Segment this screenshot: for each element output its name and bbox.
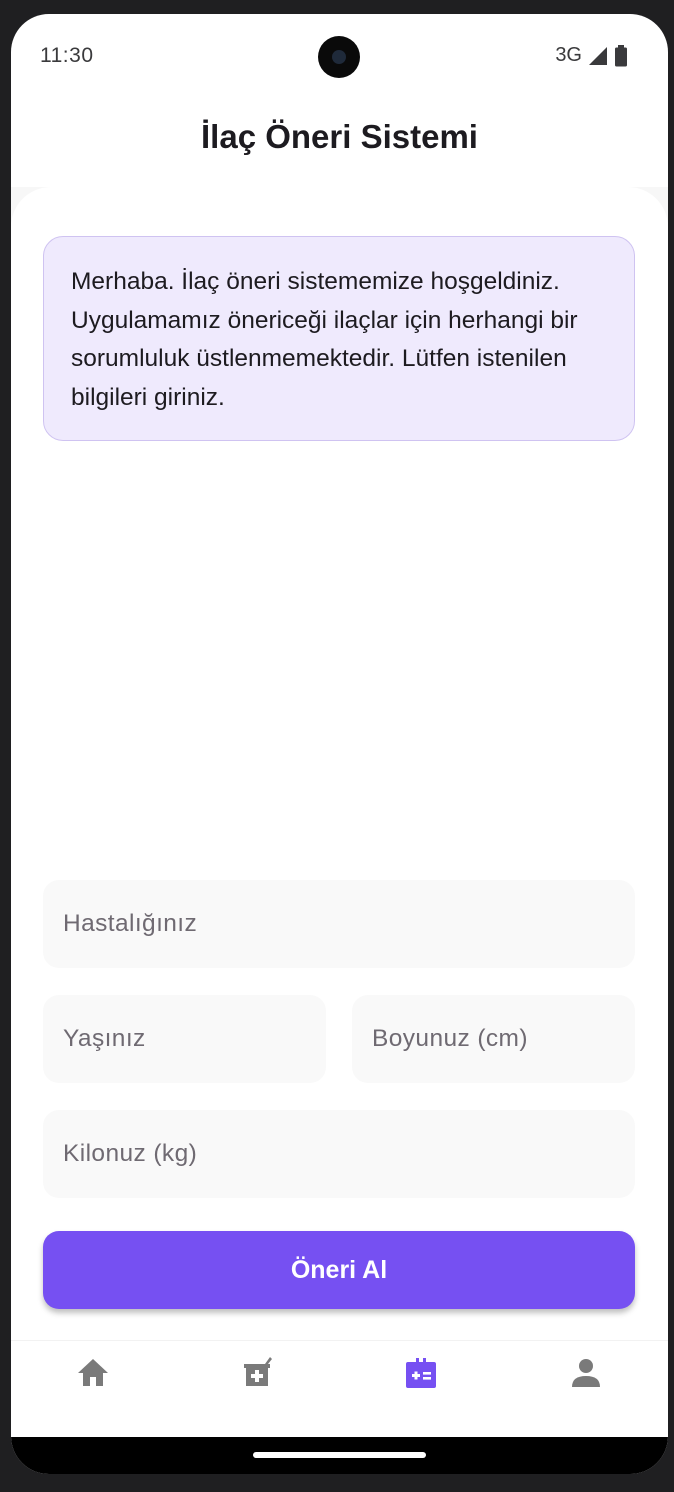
front-camera [318,36,360,78]
gesture-navigation-bar [11,1437,668,1474]
page-title: İlaç Öneri Sistemi [201,118,478,155]
welcome-message-bubble: Merhaba. İlaç öneri sistememize hoşgeldi… [43,236,635,441]
nav-item-profile[interactable] [566,1355,606,1395]
app-screen: 11:30 3G İlaç Öneri Sistemi Merhaba. İla… [11,14,668,1474]
battery-icon [614,44,628,67]
home-icon [77,1358,109,1393]
profile-icon [571,1358,601,1393]
age-input[interactable]: Yaşınız [43,995,326,1083]
get-advice-button[interactable]: Öneri Al [43,1231,635,1309]
network-type: 3G [555,44,582,66]
nav-item-medicine[interactable] [237,1355,277,1395]
nav-item-home[interactable] [73,1355,113,1395]
bottom-navigation [11,1340,668,1438]
medicine-icon [241,1356,273,1395]
disease-input[interactable]: Hastalığınız [43,880,635,968]
device-frame: 11:30 3G İlaç Öneri Sistemi Merhaba. İla… [0,0,674,1492]
medical-advice-icon [404,1356,438,1395]
nav-item-medical-advice[interactable] [401,1355,441,1395]
status-bar: 11:30 3G [11,14,668,102]
status-indicators: 3G [555,44,628,67]
cell-signal-icon [588,46,608,66]
home-indicator[interactable] [253,1452,426,1458]
height-input[interactable]: Boyunuz (cm) [352,995,635,1083]
weight-input[interactable]: Kilonuz (kg) [43,1110,635,1198]
status-time: 11:30 [40,44,94,67]
